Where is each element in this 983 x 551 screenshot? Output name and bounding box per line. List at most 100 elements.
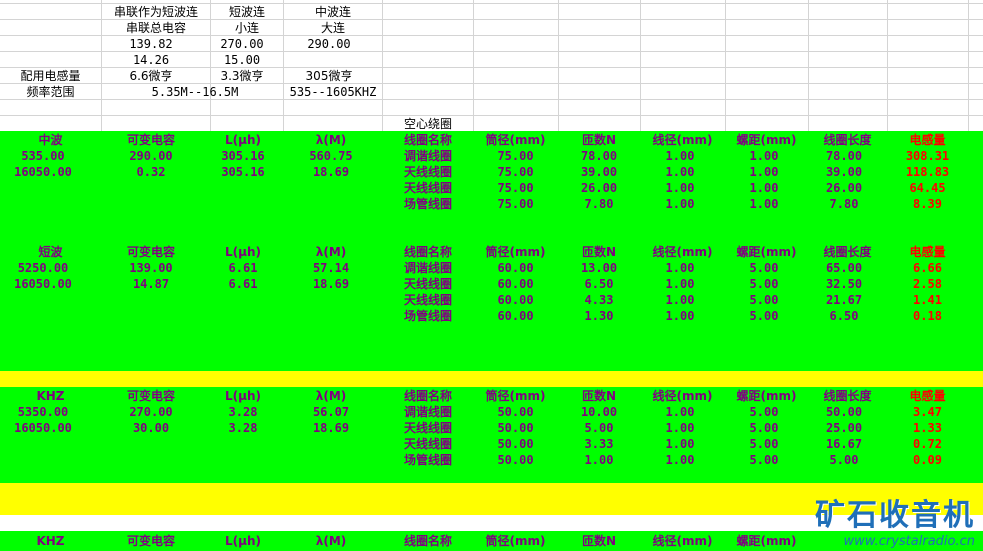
band-label: 短波 <box>38 245 63 259</box>
coil-name: 天线线圈 <box>403 421 452 435</box>
cap: 0.32 <box>136 165 166 179</box>
yellow-band <box>0 371 983 387</box>
L-value: 305.16 <box>221 149 265 163</box>
lambda-value: 18.69 <box>312 277 350 291</box>
header-pitch: 螺距(mm) <box>736 534 797 548</box>
coil-inductance: 3.47 <box>913 405 942 419</box>
coil-inductance: 2.58 <box>913 277 942 291</box>
coil-dia: 75.00 <box>497 197 534 211</box>
cell-value: 139.82 <box>129 37 173 51</box>
coil-inductance: 6.66 <box>913 261 942 275</box>
header-L: L(μh) <box>225 245 261 259</box>
header-turns: 匝数N <box>581 245 617 259</box>
coil-dia: 75.00 <box>497 149 534 163</box>
L-value: 3.28 <box>228 421 258 435</box>
header-coil-len: 线圈长度 <box>823 133 872 147</box>
coil-wire: 1.00 <box>665 421 695 435</box>
coil-wire: 1.00 <box>665 181 695 195</box>
col-head-sw-l2: 小连 <box>234 21 259 35</box>
coil-name: 调谐线圈 <box>403 405 452 419</box>
coil-pitch: 1.00 <box>749 197 779 211</box>
coil-dia: 50.00 <box>497 437 534 451</box>
header-var-cap: 可变电容 <box>126 534 175 548</box>
coil-wire: 1.00 <box>665 405 695 419</box>
cell-value: 14.26 <box>132 53 170 67</box>
label-air-coil: 空心绕圈 <box>403 117 452 131</box>
lambda-value: 560.75 <box>309 149 353 163</box>
coil-pitch: 1.00 <box>749 149 779 163</box>
coil-inductance: 0.18 <box>913 309 942 323</box>
header-pitch: 螺距(mm) <box>736 133 797 147</box>
coil-len: 25.00 <box>825 421 863 435</box>
coil-inductance: 0.72 <box>913 437 942 451</box>
lambda-value: 57.14 <box>312 261 350 275</box>
cell-value: 6.6微亨 <box>129 69 173 83</box>
header-L: L(μh) <box>225 133 261 147</box>
coil-turns: 1.00 <box>584 453 614 467</box>
coil-name: 天线线圈 <box>403 165 452 179</box>
watermark-url: www.crystalradio.cn <box>843 534 975 549</box>
coil-pitch: 5.00 <box>749 453 779 467</box>
coil-dia: 50.00 <box>497 405 534 419</box>
cell-value: 305微亨 <box>305 69 353 83</box>
col-head-sw-l1: 短波连 <box>228 5 265 19</box>
coil-name: 天线线圈 <box>403 437 452 451</box>
header-L: L(μh) <box>225 534 261 548</box>
coil-turns: 3.33 <box>584 437 614 451</box>
band-label: KHZ <box>36 389 65 403</box>
coil-turns: 26.00 <box>580 181 618 195</box>
coil-turns: 10.00 <box>580 405 618 419</box>
header-pitch: 螺距(mm) <box>736 389 797 403</box>
coil-name: 场管线圈 <box>403 197 452 211</box>
freq: 16050.00 <box>14 277 72 291</box>
coil-len: 26.00 <box>825 181 863 195</box>
cap: 290.00 <box>129 149 173 163</box>
header-turns: 匝数N <box>581 133 617 147</box>
watermark-logo: 矿石收音机 <box>815 498 975 533</box>
coil-inductance: 308.31 <box>905 149 950 163</box>
lambda-value: 56.07 <box>312 405 350 419</box>
coil-turns: 4.33 <box>584 293 614 307</box>
col-head-series-l1: 串联作为短波连 <box>113 5 198 19</box>
header-inductance: 电感量 <box>909 245 946 259</box>
header-wire-dia: 线径(mm) <box>652 534 713 548</box>
header-coil-name: 线圈名称 <box>403 245 452 259</box>
coil-pitch: 5.00 <box>749 293 779 307</box>
label-inductance: 配用电感量 <box>20 69 81 83</box>
coil-inductance: 1.33 <box>913 421 942 435</box>
coil-dia: 75.00 <box>497 181 534 195</box>
label-freq-range: 频率范围 <box>26 85 75 99</box>
header-var-cap: 可变电容 <box>126 245 175 259</box>
coil-turns: 1.30 <box>584 309 614 323</box>
coil-inductance: 118.83 <box>905 165 950 179</box>
band-label: 中波 <box>38 133 63 147</box>
coil-pitch: 5.00 <box>749 405 779 419</box>
coil-len: 16.67 <box>825 437 863 451</box>
coil-turns: 7.80 <box>584 197 614 211</box>
coil-name: 调谐线圈 <box>403 149 452 163</box>
coil-name: 天线线圈 <box>403 181 452 195</box>
header-tube-dia: 筒径(mm) <box>485 389 546 403</box>
coil-inductance: 1.41 <box>913 293 942 307</box>
col-head-mw-l1: 中波连 <box>314 5 351 19</box>
grid-line <box>0 115 983 116</box>
col-head-mw-l2: 大连 <box>320 21 345 35</box>
coil-len: 32.50 <box>825 277 863 291</box>
header-coil-name: 线圈名称 <box>403 534 452 548</box>
coil-dia: 75.00 <box>497 165 534 179</box>
header-wire-dia: 线径(mm) <box>652 389 713 403</box>
header-tube-dia: 筒径(mm) <box>485 245 546 259</box>
L-value: 6.61 <box>228 277 258 291</box>
coil-dia: 50.00 <box>497 453 534 467</box>
coil-wire: 1.00 <box>665 165 695 179</box>
freq: 535.00 <box>21 149 65 163</box>
header-pitch: 螺距(mm) <box>736 245 797 259</box>
freq: 16050.00 <box>14 165 72 179</box>
coil-len: 78.00 <box>825 149 863 163</box>
cap: 14.87 <box>132 277 170 291</box>
lambda-value: 18.69 <box>312 421 350 435</box>
L-value: 305.16 <box>221 165 265 179</box>
coil-dia: 60.00 <box>497 261 534 275</box>
coil-len: 6.50 <box>829 309 859 323</box>
header-coil-len: 线圈长度 <box>823 245 872 259</box>
